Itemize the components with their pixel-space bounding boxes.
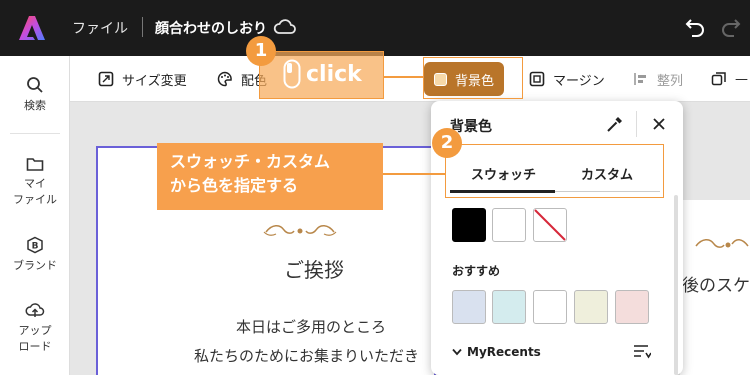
- chevron-down-icon[interactable]: [452, 348, 462, 356]
- no-color-icon: [534, 209, 566, 241]
- rail-label-search: 検索: [24, 99, 46, 112]
- resize-icon: [98, 71, 114, 87]
- doc-line-1: 本日はご多用のところ: [236, 318, 387, 336]
- step2-callout: スウォッチ・カスタム から色を指定する: [157, 143, 383, 210]
- eyedropper-icon[interactable]: [606, 115, 624, 133]
- ornament-icon-2: [695, 239, 749, 248]
- doc-line-2: 私たちのためにお集まりいただき: [194, 347, 420, 365]
- highlight-background-button: [423, 57, 523, 99]
- step1-badge: 1: [246, 36, 276, 66]
- step2-text-line1: スウォッチ・カスタム: [170, 152, 331, 171]
- connector-2: [383, 173, 445, 175]
- doc-heading: ご挨拶: [284, 258, 344, 282]
- document-page-2[interactable]: 後のスケ: [680, 200, 750, 375]
- swatch-rec-3[interactable]: [533, 290, 567, 324]
- resize-label: サイズ変更: [122, 73, 187, 89]
- recommended-label: おすすめ: [452, 264, 501, 278]
- resize-button[interactable]: サイズ変更: [98, 56, 187, 102]
- redo-icon[interactable]: [720, 17, 742, 37]
- duplicate-icon: [711, 72, 726, 86]
- swatch-rec-5[interactable]: [615, 290, 649, 324]
- margin-label: マージン: [553, 73, 605, 89]
- app-logo-icon[interactable]: [18, 14, 46, 42]
- align-icon: [634, 73, 646, 85]
- toolbar: サイズ変更 配色 背景色 マージン 整列 —: [70, 56, 750, 102]
- search-icon: [27, 77, 43, 93]
- rail-item-upload[interactable]: アップ ロード: [0, 301, 70, 355]
- ornament-icon: [263, 225, 337, 236]
- cloud-icon[interactable]: [273, 17, 297, 37]
- undo-icon[interactable]: [684, 17, 706, 37]
- background-color-panel: 背景色 スウォッチ カスタム おすすめ MyRecents: [431, 101, 683, 375]
- highlight-tabs: [445, 144, 664, 198]
- margin-icon: [529, 71, 545, 87]
- left-rail: 検索 マイ ファイル B ブランド アップ ロード: [0, 56, 70, 375]
- more-label: —: [735, 71, 748, 87]
- rail-label-brand: ブランド: [13, 259, 57, 272]
- svg-text:B: B: [32, 242, 39, 252]
- rail-item-brand[interactable]: B ブランド: [0, 236, 70, 274]
- swatch-rec-2[interactable]: [492, 290, 526, 324]
- rail-label-upload: アップ ロード: [18, 324, 52, 353]
- panel-scrollbar[interactable]: [674, 195, 678, 375]
- palette-icon: [217, 71, 232, 87]
- rail-divider: [10, 133, 60, 134]
- swatch-black[interactable]: [452, 208, 486, 242]
- panel-divider: [636, 111, 637, 137]
- top-bar: ファイル 顔合わせのしおり: [0, 0, 750, 56]
- document-title[interactable]: 顔合わせのしおり: [155, 18, 267, 38]
- swatch-white[interactable]: [492, 208, 526, 242]
- sort-list-icon[interactable]: [633, 344, 651, 360]
- doc-right-text: 後のスケ: [682, 276, 750, 296]
- rail-item-my-files[interactable]: マイ ファイル: [0, 156, 70, 208]
- connector-1: [384, 76, 423, 78]
- divider: [142, 17, 143, 37]
- brand-icon: B: [27, 236, 43, 254]
- step2-badge: 2: [432, 128, 462, 158]
- align-label: 整列: [657, 73, 684, 89]
- close-icon[interactable]: [652, 117, 666, 131]
- swatch-rec-4[interactable]: [574, 290, 608, 324]
- margin-button[interactable]: マージン: [529, 56, 605, 102]
- folder-icon: [26, 158, 44, 171]
- align-button[interactable]: 整列: [633, 56, 683, 102]
- rail-item-search[interactable]: 検索: [0, 76, 70, 114]
- mouse-icon: [283, 59, 301, 89]
- step1-text: click: [306, 62, 362, 87]
- step2-text-line2: から色を指定する: [170, 176, 299, 195]
- file-menu[interactable]: ファイル: [72, 18, 128, 38]
- my-recents-label[interactable]: MyRecents: [467, 345, 541, 359]
- rail-label-my-files: マイ ファイル: [13, 177, 57, 206]
- more-button[interactable]: —: [711, 56, 748, 102]
- swatch-none[interactable]: [533, 208, 567, 242]
- swatch-rec-1[interactable]: [452, 290, 486, 324]
- upload-cloud-icon: [25, 303, 45, 317]
